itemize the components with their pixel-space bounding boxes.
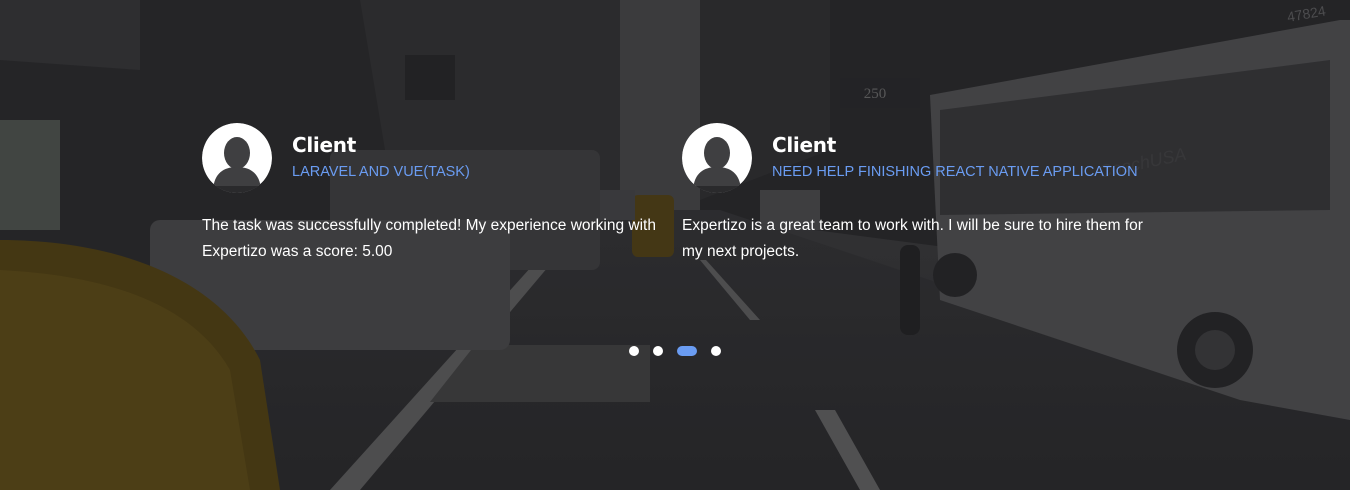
avatar xyxy=(682,123,752,193)
carousel-dot[interactable] xyxy=(711,345,721,356)
carousel-pagination xyxy=(629,345,721,356)
avatar xyxy=(202,123,272,193)
testimonial-header: Client NEED HELP FINISHING REACT NATIVE … xyxy=(682,123,1162,193)
user-silhouette-icon xyxy=(682,123,752,193)
client-name: Client xyxy=(292,133,356,157)
testimonial-text: Expertizo is a great team to work with. … xyxy=(682,217,1143,260)
client-name: Client xyxy=(772,133,836,157)
user-silhouette-icon xyxy=(202,123,272,193)
carousel-dot-active[interactable] xyxy=(677,345,697,356)
testimonial-card: Client NEED HELP FINISHING REACT NATIVE … xyxy=(682,123,1162,265)
testimonial-card: Client LARAVEL AND VUE(TASK) The task wa… xyxy=(202,123,682,265)
project-title: NEED HELP FINISHING REACT NATIVE APPLICA… xyxy=(772,164,1138,180)
testimonials-section: 250 CoachUSA 47824 Client LARAVEL AND VU… xyxy=(0,0,1350,490)
testimonial-header: Client LARAVEL AND VUE(TASK) xyxy=(202,123,682,193)
testimonial-text: The task was successfully completed! My … xyxy=(202,217,656,260)
carousel-dot[interactable] xyxy=(629,345,639,356)
project-title: LARAVEL AND VUE(TASK) xyxy=(292,164,470,180)
carousel-dot[interactable] xyxy=(653,345,663,356)
